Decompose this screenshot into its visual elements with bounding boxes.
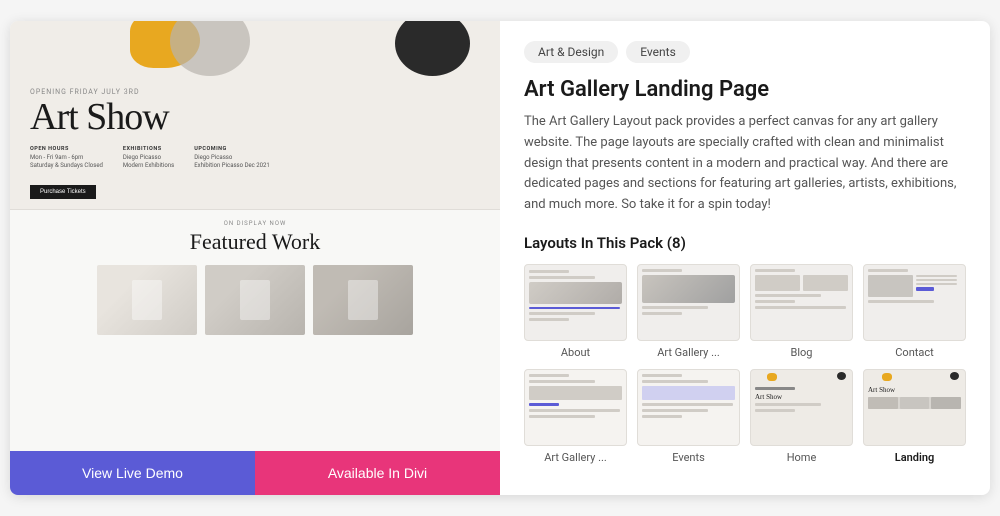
layout-item-contact[interactable]: Contact — [863, 264, 966, 359]
artwork-thumb-3 — [313, 265, 413, 335]
layout-label-landing: Landing — [895, 451, 934, 464]
hours-line1: Mon - Fri 9am - 6pm — [30, 154, 103, 162]
opening-text: OPENING FRIDAY JULY 3RD — [30, 88, 480, 96]
product-title: Art Gallery Landing Page — [524, 77, 966, 102]
product-description: The Art Gallery Layout pack provides a p… — [524, 112, 966, 216]
featured-work-section: ON DISPLAY NOW Featured Work — [10, 210, 500, 345]
action-buttons: View Live Demo Available In Divi — [10, 451, 500, 495]
layout-thumb-artgallery2 — [524, 369, 627, 446]
art-show-title: Art Show — [30, 98, 480, 136]
exhibitions-line1: Diego Picasso — [123, 154, 174, 162]
layout-thumb-artgallery — [637, 264, 740, 341]
purchase-tickets-button[interactable]: Purchase Tickets — [30, 185, 96, 199]
info-exhibitions: EXHIBITIONS Diego Picasso Modern Exhibit… — [123, 146, 174, 170]
layout-item-home[interactable]: Art Show Home — [750, 369, 853, 464]
layout-thumb-landing: Art Show — [863, 369, 966, 446]
layouts-title: Layouts In This Pack (8) — [524, 234, 966, 252]
artwork-thumb-1 — [97, 265, 197, 335]
exhibitions-label: EXHIBITIONS — [123, 146, 174, 154]
layout-label-about: About — [561, 346, 590, 359]
layout-item-events[interactable]: Events — [637, 369, 740, 464]
layout-thumb-blog — [750, 264, 853, 341]
layout-label-home: Home — [787, 451, 817, 464]
layout-label-contact: Contact — [895, 346, 933, 359]
tags-container: Art & Design Events — [524, 41, 966, 63]
layout-label-events: Events — [672, 451, 705, 464]
tag-events[interactable]: Events — [626, 41, 690, 63]
layout-label-blog: Blog — [791, 346, 813, 359]
view-live-demo-button[interactable]: View Live Demo — [10, 451, 255, 495]
art-show-section: OPENING FRIDAY JULY 3RD Art Show OPEN HO… — [10, 21, 500, 210]
on-display-text: ON DISPLAY NOW — [30, 220, 480, 227]
layout-label-artgallery2: Art Gallery ... — [544, 451, 607, 464]
available-in-divi-button[interactable]: Available In Divi — [255, 451, 500, 495]
layout-item-landing[interactable]: Art Show Landing — [863, 369, 966, 464]
exhibitions-line2: Modern Exhibitions — [123, 162, 174, 170]
main-card: OPENING FRIDAY JULY 3RD Art Show OPEN HO… — [10, 21, 990, 495]
tag-art-design[interactable]: Art & Design — [524, 41, 618, 63]
layout-item-artgallery[interactable]: Art Gallery ... — [637, 264, 740, 359]
info-hours: OPEN HOURS Mon - Fri 9am - 6pm Saturday … — [30, 146, 103, 170]
layout-label-artgallery: Art Gallery ... — [657, 346, 720, 359]
upcoming-line1: Diego Picasso — [194, 154, 270, 162]
artwork-thumb-2 — [205, 265, 305, 335]
layout-item-artgallery2[interactable]: Art Gallery ... — [524, 369, 627, 464]
info-upcoming: UPCOMING Diego Picasso Exhibition Picass… — [194, 146, 270, 170]
featured-title: Featured Work — [30, 229, 480, 255]
layout-item-about[interactable]: About — [524, 264, 627, 359]
layout-thumb-events — [637, 369, 740, 446]
layout-thumb-contact — [863, 264, 966, 341]
upcoming-label: UPCOMING — [194, 146, 270, 154]
artwork-thumbnails — [30, 265, 480, 335]
right-panel: Art & Design Events Art Gallery Landing … — [500, 21, 990, 495]
hours-line2: Saturday & Sundays Closed — [30, 162, 103, 170]
hours-label: OPEN HOURS — [30, 146, 103, 154]
left-panel: OPENING FRIDAY JULY 3RD Art Show OPEN HO… — [10, 21, 500, 495]
upcoming-line2: Exhibition Picasso Dec 2021 — [194, 162, 270, 170]
layout-item-blog[interactable]: Blog — [750, 264, 853, 359]
art-show-info: OPEN HOURS Mon - Fri 9am - 6pm Saturday … — [30, 146, 480, 170]
art-show-content: OPENING FRIDAY JULY 3RD Art Show OPEN HO… — [30, 33, 480, 199]
preview-area: OPENING FRIDAY JULY 3RD Art Show OPEN HO… — [10, 21, 500, 451]
layout-thumb-about — [524, 264, 627, 341]
layouts-grid: About Art Gallery ... — [524, 264, 966, 465]
layout-thumb-home: Art Show — [750, 369, 853, 446]
